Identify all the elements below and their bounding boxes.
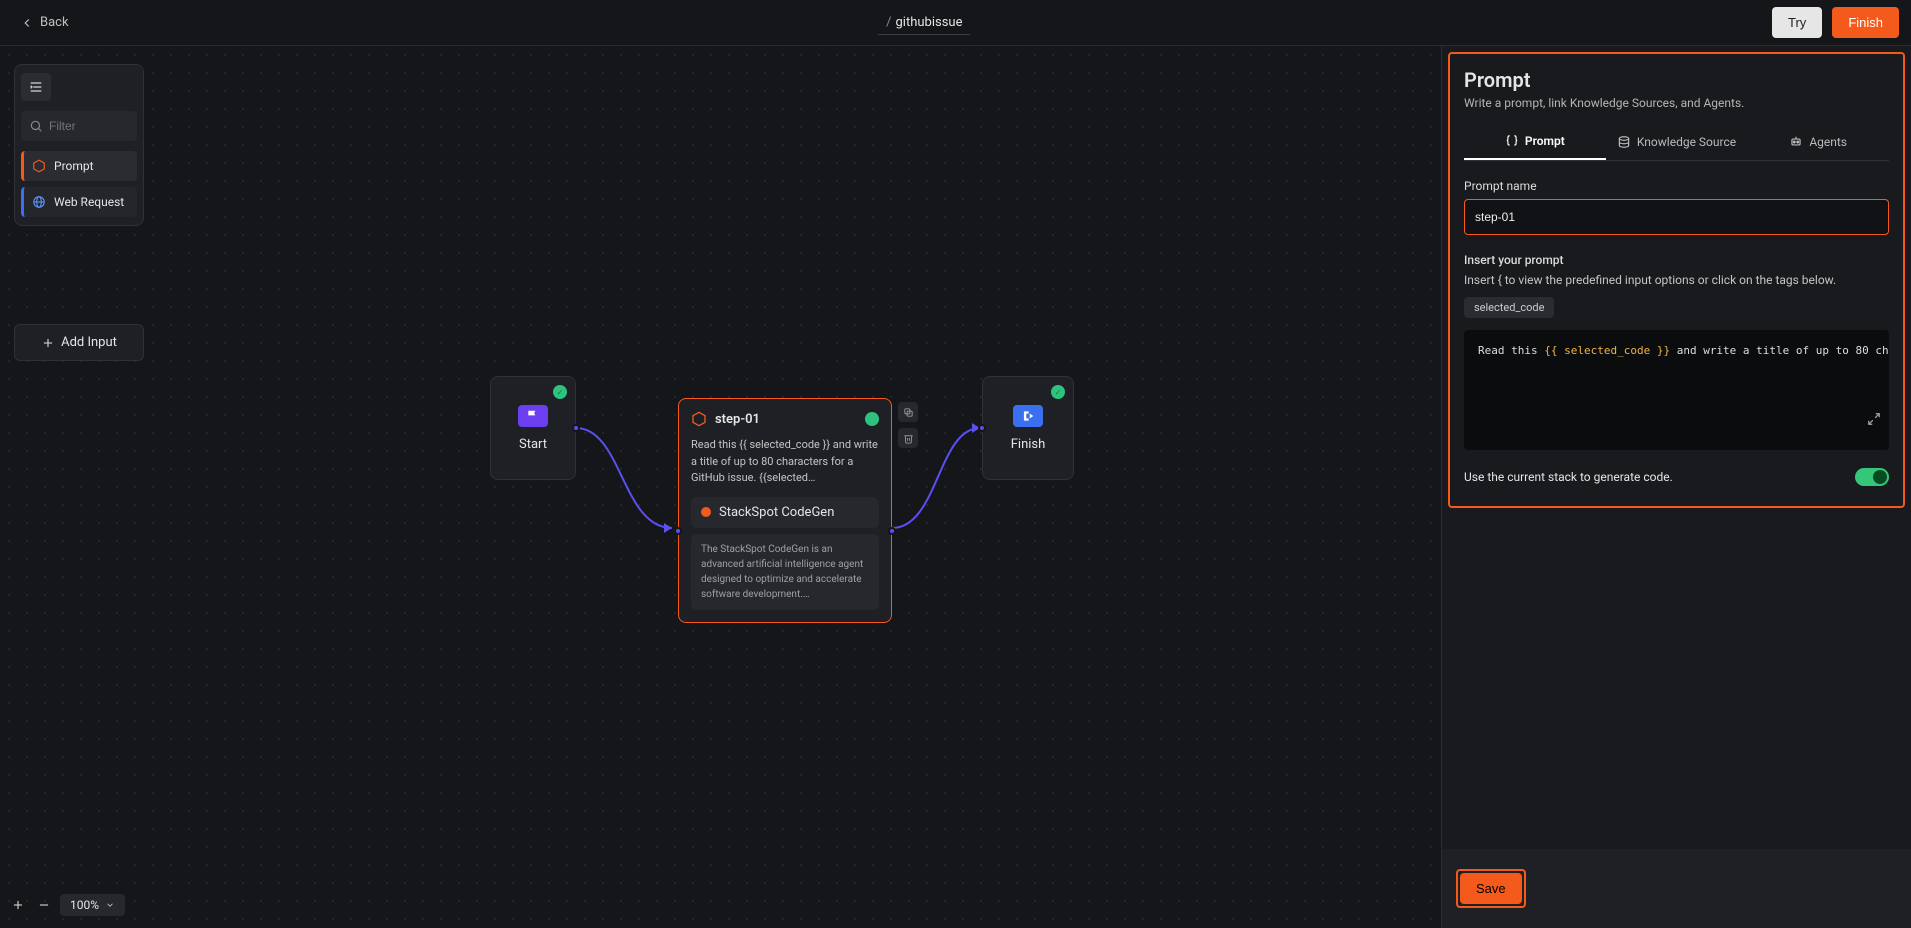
tab-prompt-label: Prompt bbox=[1525, 134, 1565, 148]
breadcrumb-name: githubissue bbox=[895, 15, 962, 30]
back-button[interactable]: Back bbox=[12, 9, 77, 36]
agent-chip[interactable]: StackSpot CodeGen bbox=[691, 497, 879, 528]
agent-dot-icon bbox=[701, 507, 711, 517]
add-input-label: Add Input bbox=[61, 335, 117, 350]
chevron-down-icon bbox=[105, 900, 115, 910]
use-stack-toggle[interactable] bbox=[1855, 468, 1889, 486]
node-start-label: Start bbox=[519, 437, 547, 452]
tab-prompt[interactable]: Prompt bbox=[1464, 124, 1606, 160]
agents-icon bbox=[1789, 135, 1803, 149]
minus-icon bbox=[37, 898, 51, 912]
node-start[interactable]: Start bbox=[490, 376, 576, 480]
port-in[interactable] bbox=[674, 527, 682, 535]
zoom-in-button[interactable] bbox=[8, 895, 28, 915]
exit-icon bbox=[1013, 405, 1043, 427]
stack-icon bbox=[1617, 135, 1631, 149]
palette: Prompt Web Request bbox=[14, 64, 144, 226]
right-panel: Prompt Write a prompt, link Knowledge So… bbox=[1441, 46, 1911, 928]
editor-text: Read this bbox=[1478, 344, 1544, 357]
edge-start-to-step bbox=[572, 422, 682, 542]
panel-footer: Save bbox=[1442, 849, 1911, 928]
editor-var: {{ selected_code }} bbox=[1544, 344, 1670, 357]
panel-subtitle: Write a prompt, link Knowledge Sources, … bbox=[1464, 96, 1889, 110]
zoom-level-dropdown[interactable]: 100% bbox=[60, 894, 125, 916]
breadcrumb-slash: / bbox=[886, 15, 891, 30]
tab-agents-label: Agents bbox=[1809, 135, 1847, 149]
save-button[interactable]: Save bbox=[1460, 873, 1522, 904]
canvas[interactable]: Prompt Web Request Add Input bbox=[0, 46, 1441, 928]
port-out[interactable] bbox=[572, 424, 580, 432]
prompt-name-label: Prompt name bbox=[1464, 179, 1889, 193]
plus-icon bbox=[41, 336, 55, 350]
prompt-name-input[interactable] bbox=[1464, 199, 1889, 235]
node-step-title: step-01 bbox=[715, 412, 857, 427]
insert-prompt-hint: Insert { to view the predefined input op… bbox=[1464, 273, 1889, 287]
zoom-out-button[interactable] bbox=[34, 895, 54, 915]
finish-button[interactable]: Finish bbox=[1832, 7, 1899, 38]
expand-icon bbox=[1867, 412, 1881, 426]
insert-prompt-heading: Insert your prompt bbox=[1464, 253, 1889, 267]
status-ok-icon bbox=[865, 412, 879, 426]
palette-item-label: Web Request bbox=[54, 195, 124, 209]
prompt-panel-body: Prompt Write a prompt, link Knowledge So… bbox=[1448, 52, 1905, 508]
agent-name: StackSpot CodeGen bbox=[719, 505, 834, 520]
status-ok-icon bbox=[1051, 385, 1065, 399]
palette-item-prompt[interactable]: Prompt bbox=[21, 151, 137, 181]
flag-icon bbox=[518, 405, 548, 427]
hex-icon bbox=[691, 411, 707, 427]
tag-selected-code[interactable]: selected_code bbox=[1464, 297, 1554, 318]
plus-icon bbox=[11, 898, 25, 912]
trash-icon bbox=[903, 433, 914, 444]
panel-tabs: Prompt Knowledge Source Agents bbox=[1464, 124, 1889, 161]
add-input-button[interactable]: Add Input bbox=[14, 324, 144, 361]
expand-editor-button[interactable] bbox=[1788, 399, 1881, 442]
status-ok-icon bbox=[553, 385, 567, 399]
globe-icon bbox=[32, 195, 46, 209]
copy-node-button[interactable] bbox=[898, 402, 918, 422]
list-indent-icon bbox=[28, 79, 44, 95]
search-icon bbox=[29, 119, 43, 133]
hex-icon bbox=[32, 159, 46, 173]
arrow-left-icon bbox=[20, 16, 34, 30]
tab-agents[interactable]: Agents bbox=[1747, 124, 1889, 160]
editor-text: and write a title of up to 80 chara bbox=[1670, 344, 1889, 357]
toggle-label: Use the current stack to generate code. bbox=[1464, 470, 1673, 484]
try-button[interactable]: Try bbox=[1772, 7, 1822, 38]
palette-item-label: Prompt bbox=[54, 159, 94, 173]
breadcrumb[interactable]: / githubissue bbox=[878, 11, 970, 35]
zoom-level: 100% bbox=[70, 898, 99, 912]
agent-desc: The StackSpot CodeGen is an advanced art… bbox=[691, 534, 879, 610]
node-step-desc: Read this {{ selected_code }} and write … bbox=[691, 437, 879, 487]
copy-icon bbox=[903, 407, 914, 418]
port-out[interactable] bbox=[888, 527, 896, 535]
zoom-toolbar: 100% bbox=[8, 894, 125, 916]
delete-node-button[interactable] bbox=[898, 428, 918, 448]
back-label: Back bbox=[40, 15, 69, 30]
top-bar: Back / githubissue Try Finish bbox=[0, 0, 1911, 46]
braces-icon bbox=[1505, 134, 1519, 148]
node-finish-label: Finish bbox=[1011, 437, 1046, 452]
palette-toggle-button[interactable] bbox=[21, 73, 51, 101]
tab-knowledge-label: Knowledge Source bbox=[1637, 135, 1736, 149]
palette-item-web-request[interactable]: Web Request bbox=[21, 187, 137, 217]
panel-title: Prompt bbox=[1464, 68, 1889, 92]
tab-knowledge-source[interactable]: Knowledge Source bbox=[1606, 124, 1748, 160]
node-finish[interactable]: Finish bbox=[982, 376, 1074, 480]
prompt-editor[interactable]: Read this {{ selected_code }} and write … bbox=[1464, 330, 1889, 450]
port-in[interactable] bbox=[978, 424, 986, 432]
node-step[interactable]: step-01 Read this {{ selected_code }} an… bbox=[678, 398, 892, 623]
